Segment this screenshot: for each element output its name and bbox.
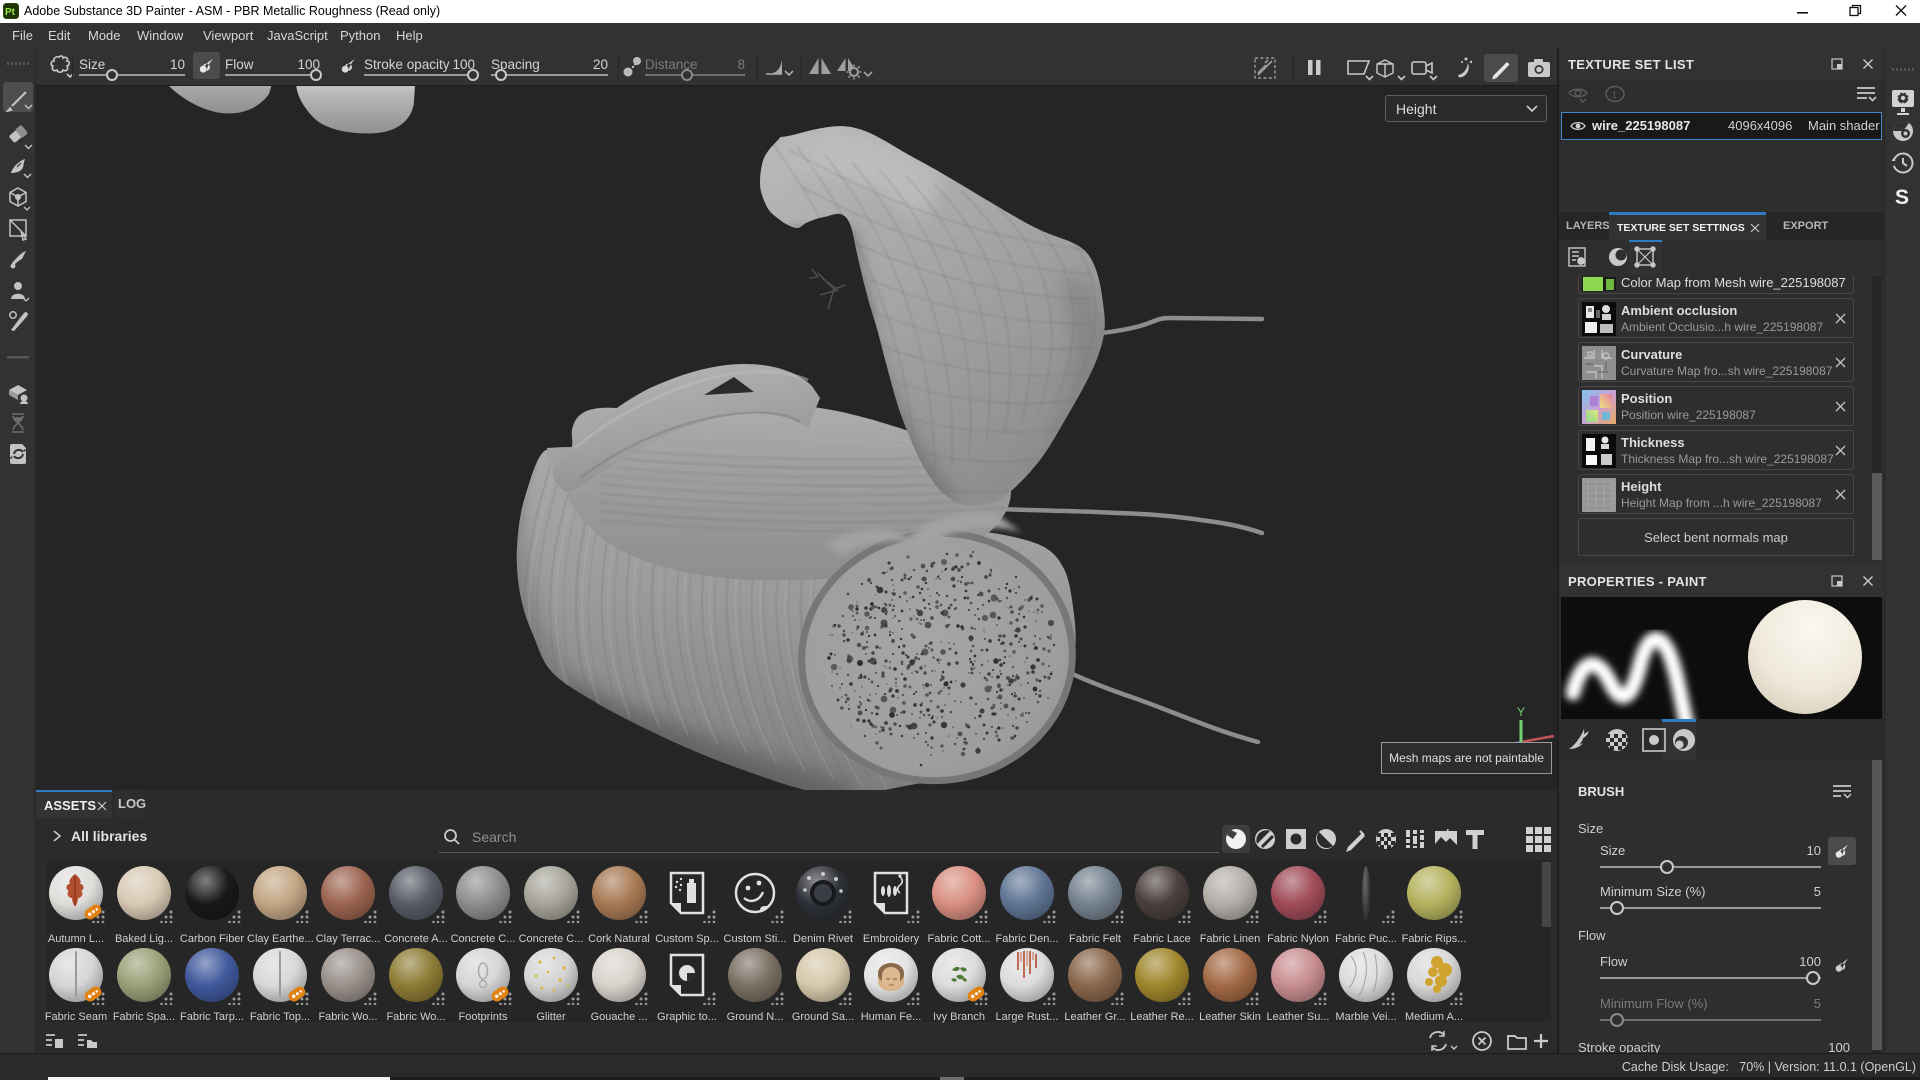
svg-text:Y: Y — [1517, 705, 1525, 719]
svg-text:Pt: Pt — [5, 7, 16, 18]
svg-text:S: S — [1895, 186, 1909, 209]
svg-text:1: 1 — [1612, 90, 1617, 100]
